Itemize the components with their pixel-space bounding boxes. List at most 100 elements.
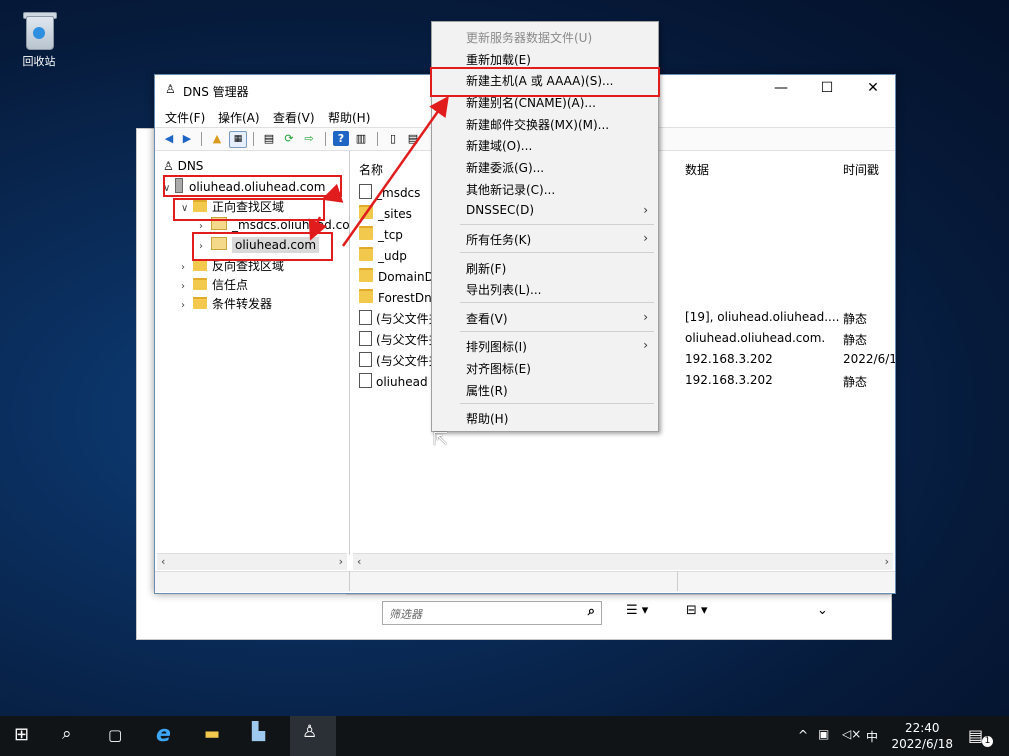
back-arrow-icon[interactable]: ◀ <box>161 131 177 146</box>
highlight-forward-zones <box>173 198 325 221</box>
menu-item-new-delegation[interactable]: 新建委派(G)... <box>466 159 544 176</box>
chevron-right-icon[interactable]: › <box>885 555 889 568</box>
refresh-icon[interactable]: ⟳ <box>281 131 297 146</box>
list-horizontal-scrollbar[interactable]: ‹ › <box>353 553 893 570</box>
clock-date: 2022/6/18 <box>891 737 953 751</box>
column-header-data[interactable]: 数据 <box>685 161 709 178</box>
menu-item-other-new-records[interactable]: 其他新记录(C)... <box>466 181 555 198</box>
window-title: DNS 管理器 <box>183 85 249 99</box>
folder-icon <box>193 297 207 309</box>
volume-muted-icon[interactable]: ◁× <box>842 727 861 741</box>
folder-icon <box>359 289 373 303</box>
list-item[interactable]: (与父文件夹 <box>359 331 441 348</box>
record-timestamp: 2022/6/1 <box>843 352 895 366</box>
recycle-bin-icon <box>22 10 57 50</box>
filter-input[interactable]: 筛选器 ⌕ <box>382 601 602 625</box>
system-clock[interactable]: 22:40 2022/6/18 <box>891 720 953 752</box>
close-button[interactable]: ✕ <box>851 80 895 100</box>
show-tree-icon[interactable]: ▦ <box>229 131 247 148</box>
minimize-button[interactable]: — <box>759 80 803 100</box>
chevron-right-icon: › <box>643 338 648 352</box>
start-windows-icon[interactable]: ⊞ <box>14 724 29 748</box>
chevron-right-icon[interactable]: › <box>199 221 211 232</box>
task-view-icon[interactable]: ▢ <box>108 726 122 750</box>
record-icon <box>359 352 372 367</box>
list-item[interactable]: (与父文件夹 <box>359 352 441 369</box>
record-data: [19], oliuhead.oliuhead.... <box>685 310 840 324</box>
folder-icon <box>359 226 373 240</box>
help-icon[interactable]: ? <box>333 131 349 146</box>
folder-icon <box>193 278 207 290</box>
record-data: 192.168.3.202 <box>685 352 773 366</box>
record-data: 192.168.3.202 <box>685 373 773 387</box>
notification-center-icon[interactable]: ▤ <box>968 726 983 745</box>
highlight-server <box>163 175 342 197</box>
menu-item-new-domain[interactable]: 新建域(O)... <box>466 137 532 154</box>
tree-item-trust-points[interactable]: › 信任点 <box>181 276 248 293</box>
list-item[interactable]: oliuhead <box>359 373 428 389</box>
tree-horizontal-scrollbar[interactable]: ‹ › <box>157 553 347 570</box>
export-icon[interactable]: ⇨ <box>301 131 317 146</box>
menu-item-dnssec[interactable]: DNSSEC(D) <box>466 203 534 217</box>
folder-icon <box>359 205 373 219</box>
chevron-right-icon[interactable]: › <box>181 262 193 273</box>
chevron-right-icon: › <box>643 310 648 324</box>
menu-item-help[interactable]: 帮助(H) <box>466 410 508 427</box>
menu-item-new-mail-exchanger[interactable]: 新建邮件交换器(MX)(M)... <box>466 116 609 133</box>
menu-item-update-server-data: 更新服务器数据文件(U) <box>466 31 593 45</box>
recycle-bin-shortcut[interactable]: 回收站 <box>14 10 64 69</box>
search-icon[interactable]: ⌕ <box>62 724 72 748</box>
chevron-right-icon[interactable]: › <box>181 300 193 311</box>
save-view-dropdown-icon[interactable]: ⊟ ▾ <box>686 603 708 618</box>
column-header-timestamp[interactable]: 时间戳 <box>843 161 879 178</box>
menu-item-arrange-icons[interactable]: 排列图标(I) <box>466 338 527 355</box>
menu-item-properties[interactable]: 属性(R) <box>466 382 508 399</box>
list-item[interactable]: _tcp <box>359 226 403 242</box>
menu-item-refresh[interactable]: 刷新(F) <box>466 260 506 277</box>
menu-view[interactable]: 查看(V) <box>273 109 315 126</box>
up-folder-icon[interactable]: ▲ <box>209 131 225 146</box>
dns-manager-taskbar-icon[interactable]: ♙ <box>302 722 317 746</box>
file-explorer-icon[interactable]: ▬ <box>204 724 220 748</box>
expand-filter-icon[interactable]: ⌄ <box>817 603 828 618</box>
server-manager-icon[interactable]: ▙ <box>252 722 265 746</box>
menu-action[interactable]: 操作(A) <box>218 109 260 126</box>
menu-item-reload[interactable]: 重新加载(E) <box>466 51 531 68</box>
list-item[interactable]: DomainDn <box>359 268 441 284</box>
internet-explorer-icon[interactable]: e <box>156 722 171 747</box>
menu-item-line-up-icons[interactable]: 对齐图标(E) <box>466 360 531 377</box>
forward-arrow-icon[interactable]: ▶ <box>179 131 195 146</box>
ime-indicator[interactable]: 中 <box>866 728 878 745</box>
chevron-left-icon[interactable]: ‹ <box>357 555 361 568</box>
record-timestamp: 静态 <box>843 375 868 389</box>
chevron-right-icon[interactable]: › <box>339 555 343 568</box>
list-view-dropdown-icon[interactable]: ☰ ▾ <box>626 603 648 618</box>
server-icon[interactable]: ▯ <box>385 131 401 146</box>
menu-item-export-list[interactable]: 导出列表(L)... <box>466 281 542 298</box>
notification-count-badge: 1 <box>982 736 993 747</box>
folder-icon <box>359 247 373 261</box>
menu-file[interactable]: 文件(F) <box>165 109 205 126</box>
column-header-name[interactable]: 名称 <box>359 161 383 178</box>
list-item[interactable]: _msdcs <box>359 184 420 200</box>
list-item[interactable]: _sites <box>359 205 412 221</box>
menu-help[interactable]: 帮助(H) <box>328 109 370 126</box>
tree-item-dns[interactable]: ♙ DNS <box>163 159 203 173</box>
action-pane-icon[interactable]: ▥ <box>353 131 369 146</box>
maximize-button[interactable]: ☐ <box>805 80 849 100</box>
properties-icon[interactable]: ▤ <box>261 131 277 146</box>
list-item[interactable]: (与父文件夹 <box>359 310 441 327</box>
menu-item-view[interactable]: 查看(V) <box>466 310 508 327</box>
list-item[interactable]: _udp <box>359 247 407 263</box>
tree-item-conditional-forwarders[interactable]: › 条件转发器 <box>181 295 272 312</box>
list-item[interactable]: ForestDns <box>359 289 438 305</box>
chevron-up-icon[interactable]: ^ <box>798 728 808 742</box>
chevron-right-icon[interactable]: › <box>181 281 193 292</box>
document-icon[interactable]: ▤ <box>405 131 421 146</box>
search-icon[interactable]: ⌕ <box>588 604 595 619</box>
menu-item-all-tasks[interactable]: 所有任务(K) <box>466 231 531 248</box>
record-icon <box>359 331 372 346</box>
network-icon[interactable]: ▣ <box>818 727 829 741</box>
chevron-left-icon[interactable]: ‹ <box>161 555 165 568</box>
chevron-right-icon: › <box>643 203 648 217</box>
